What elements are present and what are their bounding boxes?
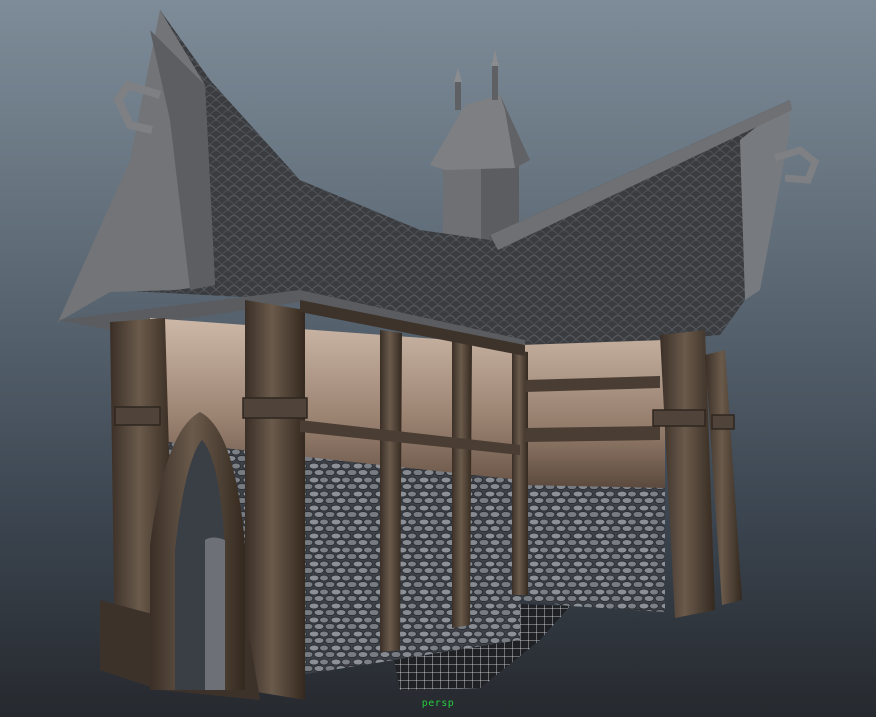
wall-right-stone [520, 485, 665, 612]
wall-right-plaster [520, 340, 665, 500]
viewport-persp[interactable]: persp [0, 0, 876, 717]
scene-3d-model[interactable] [0, 0, 876, 717]
camera-label: persp [421, 698, 455, 709]
